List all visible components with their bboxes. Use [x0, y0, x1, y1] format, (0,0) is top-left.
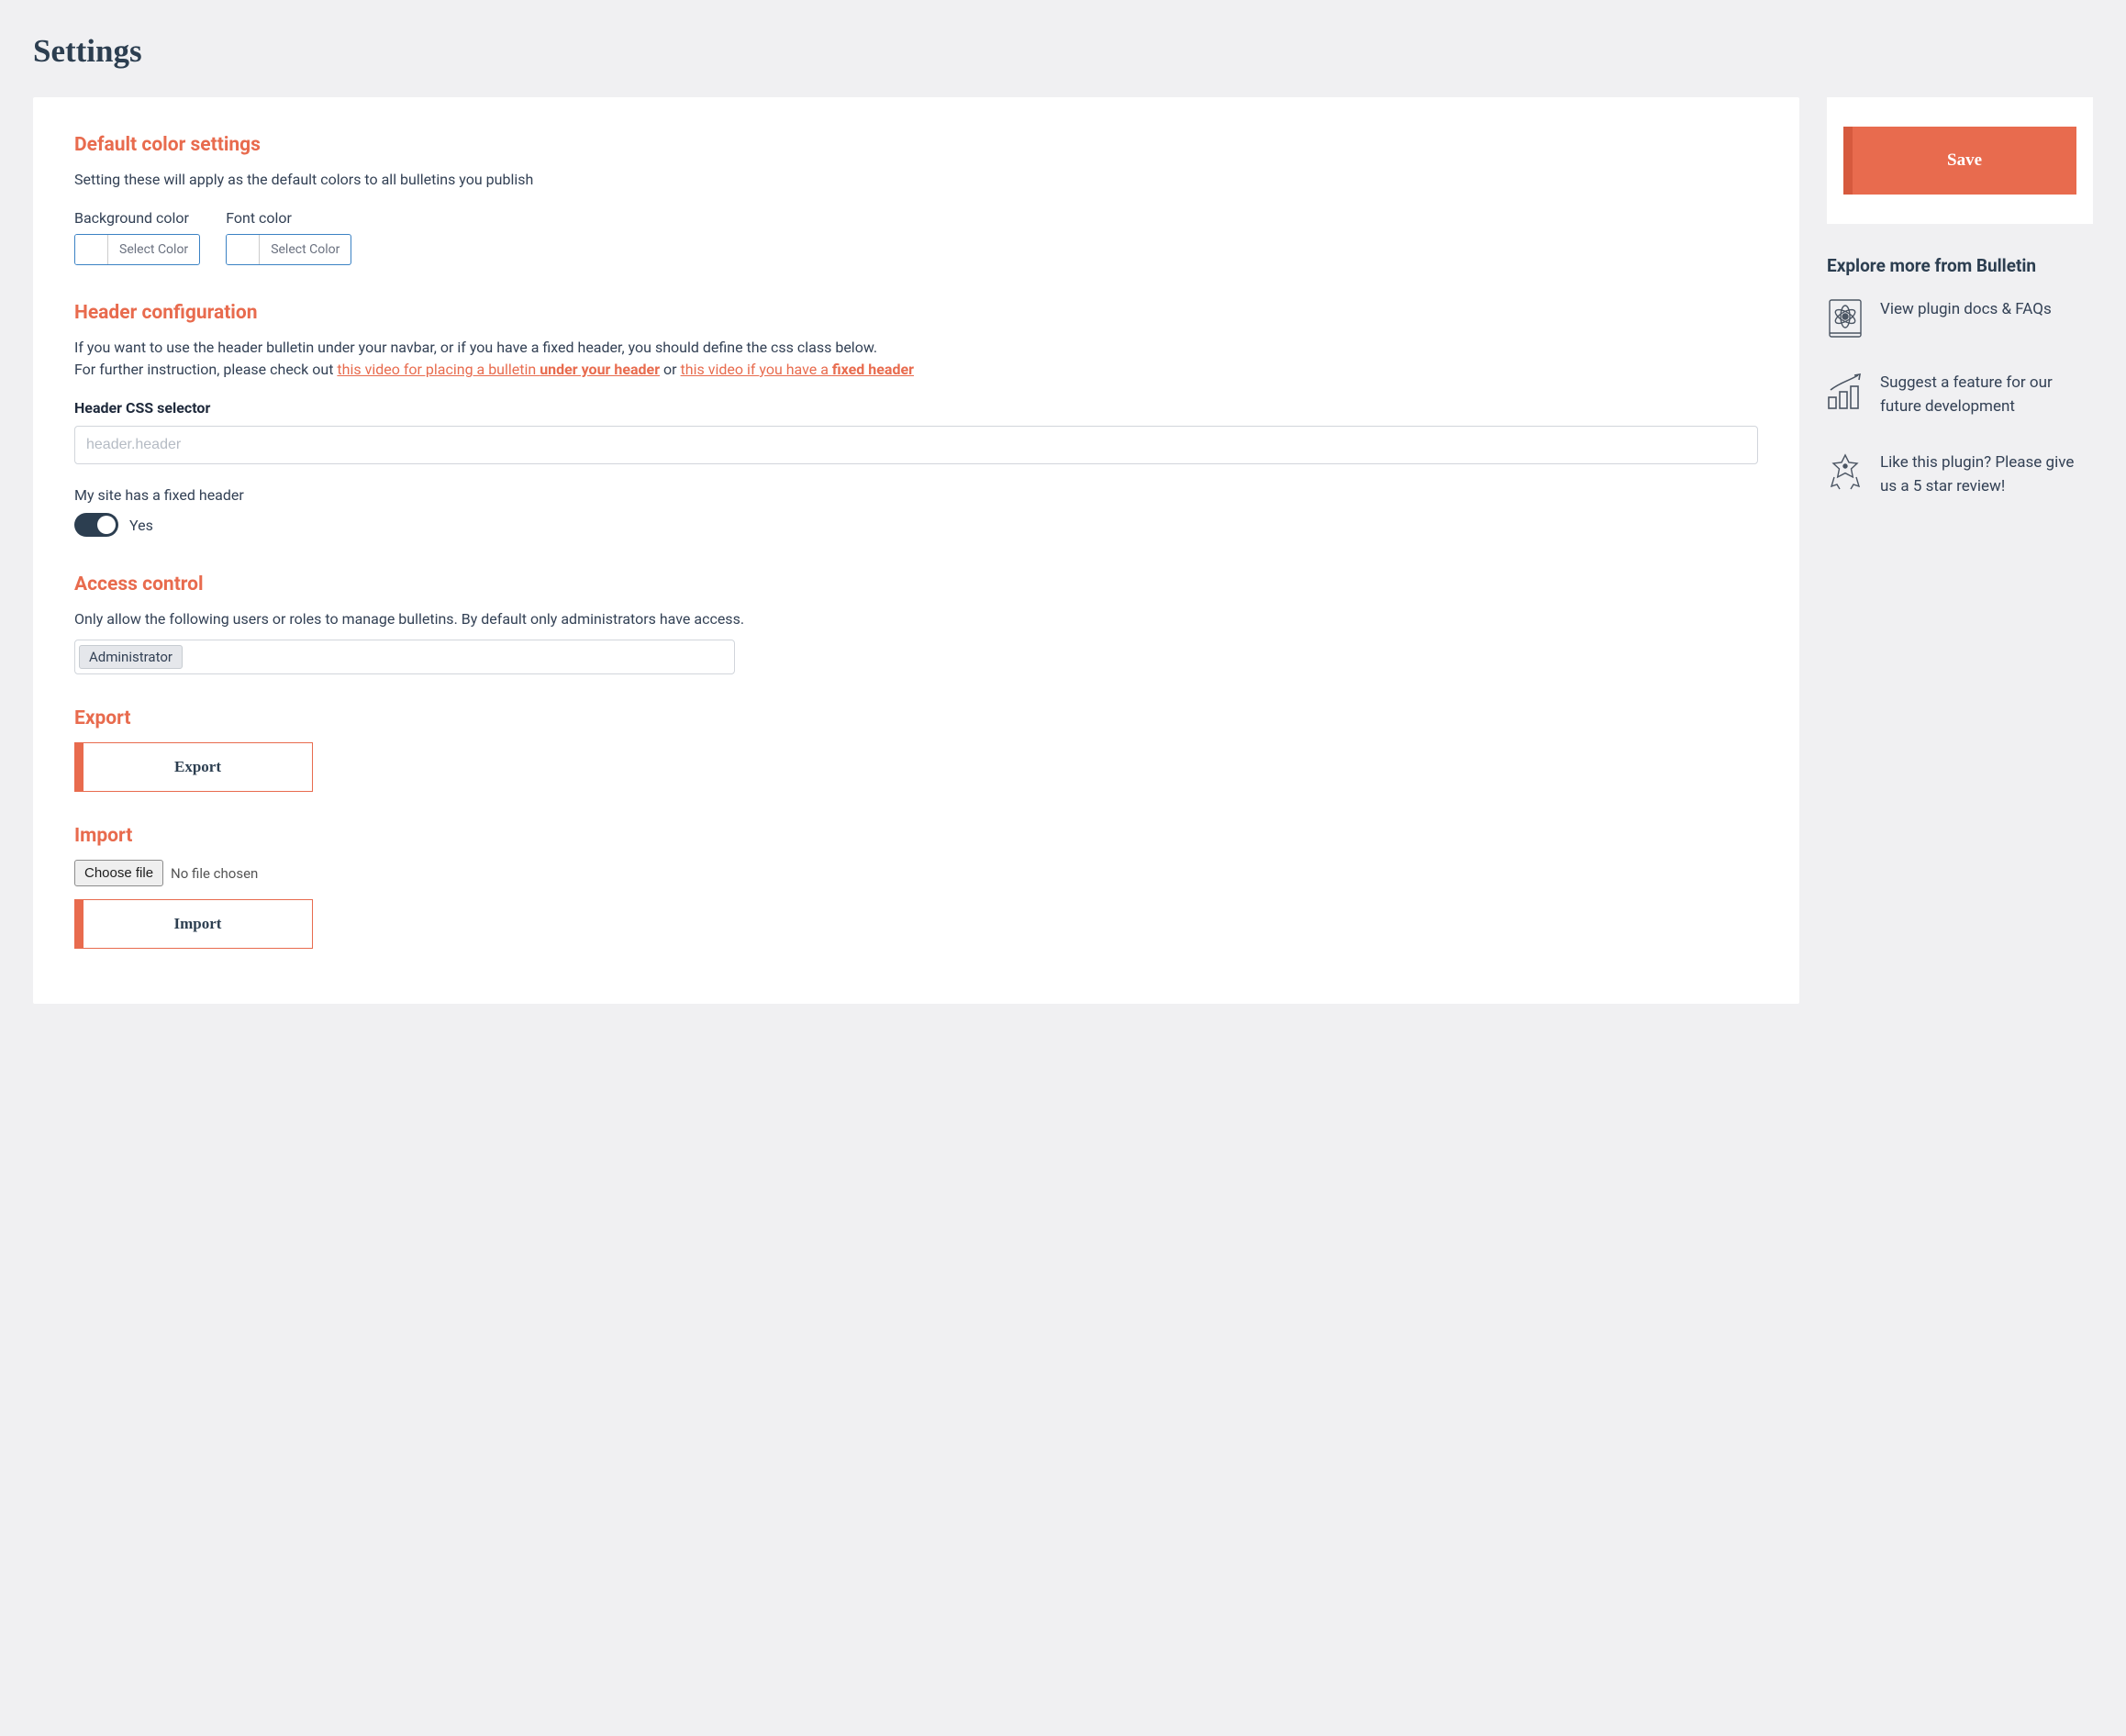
video-link-under-header[interactable]: this video for placing a bulletin under … [337, 361, 660, 378]
role-tag-administrator[interactable]: Administrator [79, 645, 183, 669]
bg-color-picker-label: Select Color [108, 235, 199, 264]
export-button[interactable]: Export [74, 742, 313, 792]
color-row: Background color Select Color Font color… [74, 209, 1758, 265]
explore-heading: Explore more from Bulletin [1827, 255, 2093, 276]
layout: Default color settings Setting these wil… [33, 97, 2093, 1004]
bg-color-swatch [75, 235, 108, 264]
sidebar-link-docs-text: View plugin docs & FAQs [1880, 298, 2052, 322]
access-control-section: Access control Only allow the following … [74, 573, 1758, 674]
export-section: Export Export [74, 707, 1758, 792]
sidebar-link-review-text: Like this plugin? Please give us a 5 sta… [1880, 451, 2093, 498]
save-card: Save [1827, 97, 2093, 224]
video-link-fixed-header[interactable]: this video if you have a fixed header [681, 361, 914, 378]
atom-book-icon [1827, 298, 1864, 339]
header-config-desc2a: For further instruction, please check ou… [74, 361, 337, 378]
header-config-desc: If you want to use the header bulletin u… [74, 337, 1758, 381]
css-selector-label: Header CSS selector [74, 399, 1758, 417]
bg-color-picker[interactable]: Select Color [74, 234, 200, 265]
header-config-desc2b: or [660, 361, 680, 378]
color-settings-section: Default color settings Setting these wil… [74, 134, 1758, 265]
font-color-picker[interactable]: Select Color [226, 234, 351, 265]
access-control-heading: Access control [74, 573, 1758, 595]
import-heading: Import [74, 825, 1758, 847]
fixed-header-toggle-row: Yes [74, 513, 1758, 537]
growth-chart-icon [1827, 372, 1864, 412]
toggle-knob [97, 516, 116, 534]
header-config-section: Header configuration If you want to use … [74, 302, 1758, 537]
header-config-desc1: If you want to use the header bulletin u… [74, 339, 877, 356]
toggle-state-label: Yes [129, 517, 153, 534]
access-control-desc: Only allow the following users or roles … [74, 608, 1758, 630]
css-selector-input[interactable] [74, 426, 1758, 464]
bg-color-group: Background color Select Color [74, 209, 200, 265]
sidebar-link-suggest-text: Suggest a feature for our future develop… [1880, 372, 2093, 418]
font-color-picker-label: Select Color [260, 235, 351, 264]
header-config-heading: Header configuration [74, 302, 1758, 324]
sidebar-link-review[interactable]: Like this plugin? Please give us a 5 sta… [1827, 451, 2093, 498]
export-heading: Export [74, 707, 1758, 729]
import-section: Import Choose file No file chosen Import [74, 825, 1758, 949]
font-color-label: Font color [226, 209, 351, 227]
bg-color-label: Background color [74, 209, 200, 227]
save-button[interactable]: Save [1843, 127, 2076, 195]
main-panel: Default color settings Setting these wil… [33, 97, 1799, 1004]
page-title: Settings [33, 33, 2093, 70]
sidebar-link-suggest[interactable]: Suggest a feature for our future develop… [1827, 372, 2093, 418]
fixed-header-label: My site has a fixed header [74, 486, 1758, 504]
sidebar: Save Explore more from Bulletin View plu… [1827, 97, 2093, 531]
access-control-input[interactable]: Administrator [74, 640, 735, 674]
star-award-icon [1827, 451, 1864, 492]
color-settings-desc: Setting these will apply as the default … [74, 169, 1758, 191]
color-settings-heading: Default color settings [74, 134, 1758, 156]
fixed-header-toggle[interactable] [74, 513, 118, 537]
import-button[interactable]: Import [74, 899, 313, 949]
sidebar-link-docs[interactable]: View plugin docs & FAQs [1827, 298, 2093, 339]
file-row: Choose file No file chosen [74, 860, 1758, 886]
choose-file-button[interactable]: Choose file [74, 860, 163, 886]
font-color-group: Font color Select Color [226, 209, 351, 265]
file-status: No file chosen [171, 865, 258, 882]
font-color-swatch [227, 235, 260, 264]
